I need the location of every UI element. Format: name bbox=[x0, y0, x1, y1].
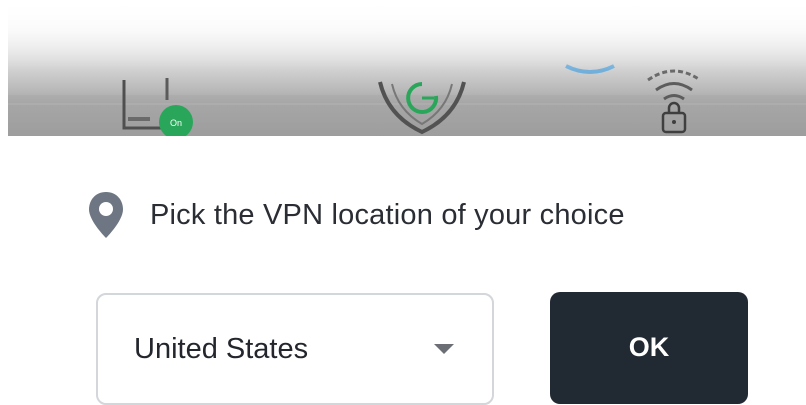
selected-location: United States bbox=[134, 333, 309, 365]
vpn-location-dropdown[interactable]: United States bbox=[96, 293, 494, 405]
vpn-location-prompt: Pick the VPN location of your choice bbox=[87, 190, 625, 240]
router-badge-label: On bbox=[170, 118, 182, 128]
prompt-text: Pick the VPN location of your choice bbox=[150, 198, 625, 231]
chevron-down-icon bbox=[434, 344, 454, 354]
ok-button[interactable]: OK bbox=[550, 292, 748, 404]
location-pin-icon bbox=[89, 192, 123, 238]
banner-fade bbox=[8, 0, 806, 70]
ok-button-label: OK bbox=[628, 332, 670, 362]
illustration-banner: On bbox=[8, 0, 806, 136]
